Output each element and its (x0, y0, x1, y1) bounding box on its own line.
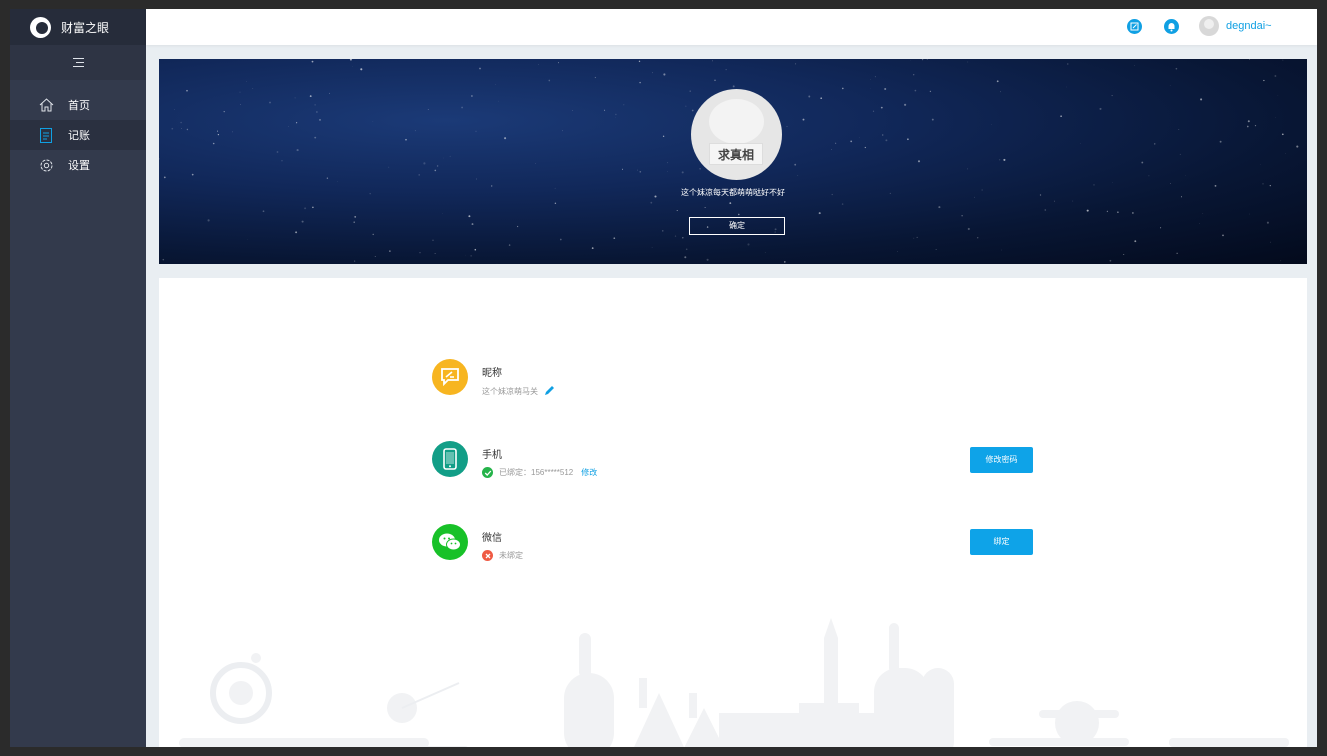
skyline-illustration (179, 618, 1289, 747)
cross-icon (482, 550, 493, 561)
phone-icon (432, 441, 468, 477)
wechat-row: 微信 未绑定 (432, 524, 523, 561)
menu-fold-icon (72, 58, 84, 67)
ledger-icon (38, 127, 54, 143)
modify-phone-link[interactable]: 修改 (581, 467, 597, 478)
sidebar-item-settings[interactable]: 设置 (10, 150, 146, 180)
phone-status: 已绑定：156*****512 (499, 468, 574, 477)
bell-icon[interactable] (1164, 19, 1179, 34)
eye-logo-icon (30, 16, 51, 38)
sidebar: 财富之眼 首页 记账 设置 (10, 9, 146, 747)
avatar-head (709, 99, 764, 144)
sidebar-item-home[interactable]: 首页 (10, 90, 146, 120)
wechat-status: 未绑定 (499, 551, 523, 560)
phone-row: 手机 已绑定：156*****512 修改 (432, 441, 597, 478)
app-frame: 财富之眼 首页 记账 设置 degndai~ 求真相 这个妹凉每天都萌萌哒好不好… (10, 9, 1317, 747)
avatar-stamp-text: 求真相 (709, 143, 763, 165)
sidebar-item-label: 首页 (68, 100, 90, 112)
confirm-button[interactable]: 确定 (689, 217, 785, 235)
brand-name: 财富之眼 (61, 20, 110, 35)
profile-motto: 这个妹凉每天都萌萌哒好不好 (681, 188, 785, 197)
home-icon (38, 97, 54, 113)
check-icon (482, 467, 493, 478)
gear-icon (38, 157, 54, 173)
nickname-label: 昵称 (482, 368, 502, 379)
nickname-icon (432, 359, 468, 395)
top-header: degndai~ (146, 9, 1317, 45)
change-password-button[interactable]: 修改密码 (970, 447, 1033, 473)
profile-card: 昵称 这个妹凉萌马关 手机 已绑定：156*****512 修改 修改密码 微信… (159, 278, 1307, 747)
pencil-icon[interactable] (544, 385, 555, 398)
user-menu[interactable]: degndai~ (1199, 16, 1272, 36)
avatar (1199, 16, 1219, 36)
sidebar-item-label: 记账 (68, 130, 90, 142)
nickname-row: 昵称 这个妹凉萌马关 (432, 359, 555, 398)
phone-label: 手机 (482, 450, 502, 461)
menu-toggle-button[interactable] (10, 45, 146, 80)
sidebar-nav: 首页 记账 设置 (10, 90, 146, 180)
sidebar-item-label: 设置 (68, 160, 90, 172)
wechat-icon (432, 524, 468, 560)
profile-banner: 求真相 这个妹凉每天都萌萌哒好不好 确定 (159, 59, 1307, 264)
username: degndai~ (1226, 20, 1272, 32)
nickname-value: 这个妹凉萌马关 (482, 387, 538, 396)
brand[interactable]: 财富之眼 (10, 9, 146, 45)
bind-wechat-button[interactable]: 绑定 (970, 529, 1033, 555)
profile-avatar[interactable]: 求真相 (691, 89, 782, 180)
edit-icon[interactable] (1127, 19, 1142, 34)
sidebar-item-ledger[interactable]: 记账 (10, 120, 146, 150)
wechat-label: 微信 (482, 533, 502, 544)
